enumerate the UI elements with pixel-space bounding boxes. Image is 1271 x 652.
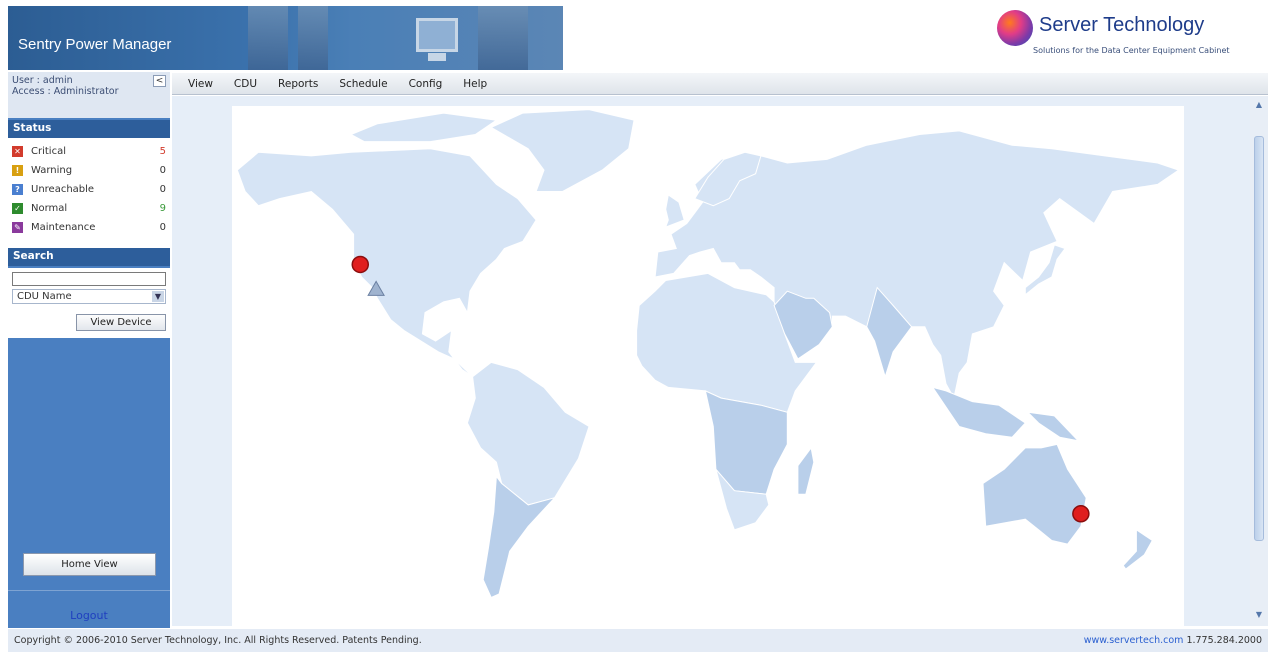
copyright-text: Copyright © 2006-2010 Server Technology,… — [14, 635, 422, 646]
search-heading: Search — [8, 248, 170, 266]
view-device-button[interactable]: View Device — [76, 314, 166, 331]
banner-rack-image — [248, 6, 288, 70]
user-info: User : admin Access : Administrator < — [8, 72, 170, 118]
menu-help[interactable]: Help — [463, 78, 487, 90]
search-panel: CDU Name ▼ View Device — [8, 268, 170, 338]
map-region-new-guinea — [1026, 411, 1080, 442]
status-row-critical[interactable]: ✕ Critical 5 — [8, 142, 170, 161]
scroll-down-icon[interactable]: ▼ — [1253, 610, 1265, 620]
brand-tagline: Solutions for the Data Center Equipment … — [1033, 46, 1230, 55]
map-region-australia — [982, 443, 1087, 545]
status-label: Unreachable — [31, 184, 95, 195]
app-banner: Sentry Power Manager — [8, 6, 563, 70]
header: Sentry Power Manager Server Technology S… — [0, 0, 1271, 70]
map-region-indonesia — [931, 386, 1027, 438]
scroll-up-icon[interactable]: ▲ — [1253, 100, 1265, 110]
unreachable-icon: ? — [12, 184, 23, 195]
status-label: Warning — [31, 165, 73, 176]
main-content: ▲ ▼ — [172, 96, 1268, 626]
status-count: 5 — [159, 146, 166, 157]
map-region-arctic-islands — [349, 112, 498, 143]
world-map-svg — [236, 109, 1180, 599]
brand-logo-area: Server Technology Solutions for the Data… — [995, 10, 1255, 60]
website-link[interactable]: www.servertech.com — [1084, 635, 1184, 646]
collapse-sidebar-button[interactable]: < — [153, 75, 166, 87]
globe-logo-icon — [997, 10, 1033, 46]
map-region-new-zealand — [1122, 528, 1153, 570]
status-row-warning[interactable]: ! Warning 0 — [8, 161, 170, 180]
status-heading: Status — [8, 120, 170, 138]
status-row-maintenance[interactable]: ✎ Maintenance 0 — [8, 218, 170, 237]
critical-icon: ✕ — [12, 146, 23, 157]
menu-reports[interactable]: Reports — [278, 78, 318, 90]
monitor-stand-image — [428, 53, 446, 61]
scrollbar-thumb[interactable] — [1254, 136, 1264, 541]
logout-link[interactable]: Logout — [70, 609, 108, 622]
menu-cdu[interactable]: CDU — [234, 78, 257, 90]
critical-marker-us-west[interactable] — [351, 255, 370, 274]
map-region-japan — [1024, 244, 1066, 296]
status-count: 9 — [159, 203, 166, 214]
status-label: Maintenance — [31, 222, 96, 233]
map-region-madagascar — [797, 446, 815, 495]
search-field-value: CDU Name — [17, 291, 72, 302]
vertical-scrollbar[interactable]: ▲ ▼ — [1250, 96, 1268, 626]
app-title: Sentry Power Manager — [18, 36, 172, 53]
user-access: Access : Administrator — [12, 86, 119, 97]
map-region-british-isles — [664, 194, 685, 228]
menu-schedule[interactable]: Schedule — [339, 78, 387, 90]
map-region-greenland — [490, 109, 635, 192]
world-map[interactable] — [232, 106, 1184, 626]
status-label: Normal — [31, 203, 68, 214]
banner-rack-image — [478, 6, 528, 70]
monitor-image — [416, 18, 458, 52]
menu-view[interactable]: View — [188, 78, 213, 90]
status-label: Critical — [31, 146, 66, 157]
footer-contact: www.servertech.com 1.775.284.2000 — [1084, 635, 1262, 646]
user-name: User : admin — [12, 75, 73, 86]
menu-config[interactable]: Config — [409, 78, 443, 90]
chevron-down-icon[interactable]: ▼ — [152, 291, 164, 302]
home-view-button[interactable]: Home View — [23, 553, 156, 576]
status-row-normal[interactable]: ✓ Normal 9 — [8, 199, 170, 218]
logout-area: Logout — [8, 590, 170, 628]
status-count: 0 — [159, 222, 166, 233]
status-count: 0 — [159, 184, 166, 195]
brand-name: Server Technology — [1039, 14, 1205, 36]
sidebar: User : admin Access : Administrator < St… — [8, 72, 170, 628]
footer: Copyright © 2006-2010 Server Technology,… — [8, 629, 1268, 652]
search-input[interactable] — [12, 272, 166, 286]
normal-icon: ✓ — [12, 203, 23, 214]
maintenance-icon: ✎ — [12, 222, 23, 233]
status-row-unreachable[interactable]: ? Unreachable 0 — [8, 180, 170, 199]
banner-rack-image — [298, 6, 328, 70]
search-field-select[interactable]: CDU Name ▼ — [12, 289, 166, 304]
critical-marker-australia-east[interactable] — [1072, 505, 1090, 523]
map-region-north-america — [236, 148, 537, 378]
phone-number: 1.775.284.2000 — [1186, 635, 1262, 646]
menu-bar: View CDU Reports Schedule Config Help — [172, 73, 1268, 95]
status-list: ✕ Critical 5! Warning 0? Unreachable 0 ✓ Normal 9… — [8, 138, 170, 248]
status-count: 0 — [159, 165, 166, 176]
map-landmasses — [236, 109, 1180, 599]
warning-icon: ! — [12, 165, 23, 176]
map-region-south-america-north — [466, 361, 590, 506]
